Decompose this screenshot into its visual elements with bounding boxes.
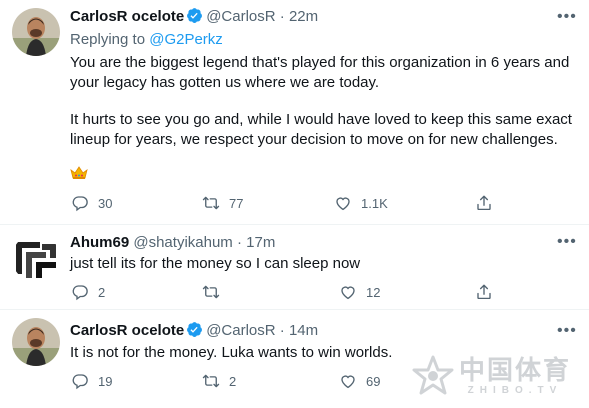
separator-dot: · [236, 234, 242, 251]
tweet-text-line: You are the biggest legend that's played… [70, 54, 570, 71]
timestamp[interactable]: 14m [289, 322, 318, 339]
retweet-icon [202, 283, 220, 301]
reply-icon [71, 372, 89, 390]
handle[interactable]: @CarlosR [206, 322, 275, 339]
tweet-header: Ahum69 @shatyikahum · 17m [70, 233, 275, 253]
avatar-ahum69[interactable] [12, 234, 60, 282]
display-name[interactable]: Ahum69 [70, 234, 129, 251]
replying-prefix: Replying to [70, 31, 146, 48]
more-icon[interactable]: ••• [557, 233, 576, 251]
more-icon[interactable]: ••• [557, 8, 576, 26]
share-button[interactable] [475, 194, 493, 212]
timestamp[interactable]: 17m [246, 234, 275, 251]
reply-button[interactable]: 2 [71, 283, 105, 301]
tweet-text-line: lineup for years, we respect your decisi… [70, 131, 558, 148]
retweet-button[interactable]: 77 [202, 194, 243, 212]
separator-dot: · [279, 8, 285, 25]
share-icon [475, 283, 493, 301]
heart-icon [339, 372, 357, 390]
tweet-text-line: your legacy has gotten us where we are t… [70, 74, 380, 91]
like-button[interactable]: 12 [339, 283, 380, 301]
verified-badge-icon [186, 7, 203, 24]
reply-count: 19 [98, 373, 113, 389]
heart-icon [334, 194, 352, 212]
verified-badge-icon [186, 321, 203, 338]
zhibo-watermark: 中国体育 ZHIBO.TV [411, 354, 571, 398]
like-count: 69 [366, 373, 381, 389]
handle[interactable]: @CarlosR [206, 8, 275, 25]
retweet-icon [202, 372, 220, 390]
tweet-3[interactable]: CarlosR ocelote @CarlosR · 14m ••• It is … [0, 310, 589, 408]
reply-count: 30 [98, 195, 113, 211]
retweet-button[interactable] [202, 283, 229, 301]
retweet-button[interactable]: 2 [202, 372, 236, 390]
tweet-text-line: It hurts to see you go and, while I woul… [70, 111, 572, 128]
watermark-cn: 中国体育 [458, 354, 571, 385]
handle[interactable]: @shatyikahum [133, 234, 232, 251]
retweet-count: 77 [229, 195, 244, 211]
crown-emoji-icon [70, 166, 88, 180]
tweet-header: CarlosR ocelote @CarlosR · 22m [70, 7, 318, 27]
reply-icon [71, 194, 89, 212]
tweet-text-line: just tell its for the money so I can sle… [70, 255, 361, 272]
reply-count: 2 [98, 284, 106, 300]
avatar-carlosr[interactable] [12, 8, 60, 56]
watermark-en: ZHIBO.TV [467, 384, 563, 396]
like-button[interactable]: 1.1K [334, 194, 388, 212]
timestamp[interactable]: 22m [289, 8, 318, 25]
like-count: 12 [366, 284, 381, 300]
share-button[interactable] [475, 283, 493, 301]
avatar-carlosr[interactable] [12, 318, 60, 366]
more-icon[interactable]: ••• [557, 322, 576, 340]
share-icon [475, 194, 493, 212]
tweet-header: CarlosR ocelote @CarlosR · 14m [70, 321, 318, 341]
tweet-1[interactable]: CarlosR ocelote @CarlosR · 22m ••• Replyi… [0, 0, 589, 225]
tweet-text-line: It is not for the money. Luka wants to w… [70, 344, 393, 361]
reply-button[interactable]: 30 [71, 194, 112, 212]
replying-to: Replying to @G2Perkz [70, 30, 223, 50]
retweet-count: 2 [229, 373, 237, 389]
tweet-2[interactable]: Ahum69 @shatyikahum · 17m ••• just tell … [0, 225, 589, 309]
reply-button[interactable]: 19 [71, 372, 112, 390]
display-name[interactable]: CarlosR ocelote [70, 322, 184, 339]
reply-icon [71, 283, 89, 301]
heart-icon [339, 283, 357, 301]
like-button[interactable]: 69 [339, 372, 380, 390]
retweet-icon [202, 194, 220, 212]
like-count: 1.1K [361, 195, 388, 211]
display-name[interactable]: CarlosR ocelote [70, 8, 184, 25]
watermark-logo-icon [411, 354, 455, 398]
separator-dot: · [279, 322, 285, 339]
mention-link[interactable]: @G2Perkz [149, 31, 223, 48]
